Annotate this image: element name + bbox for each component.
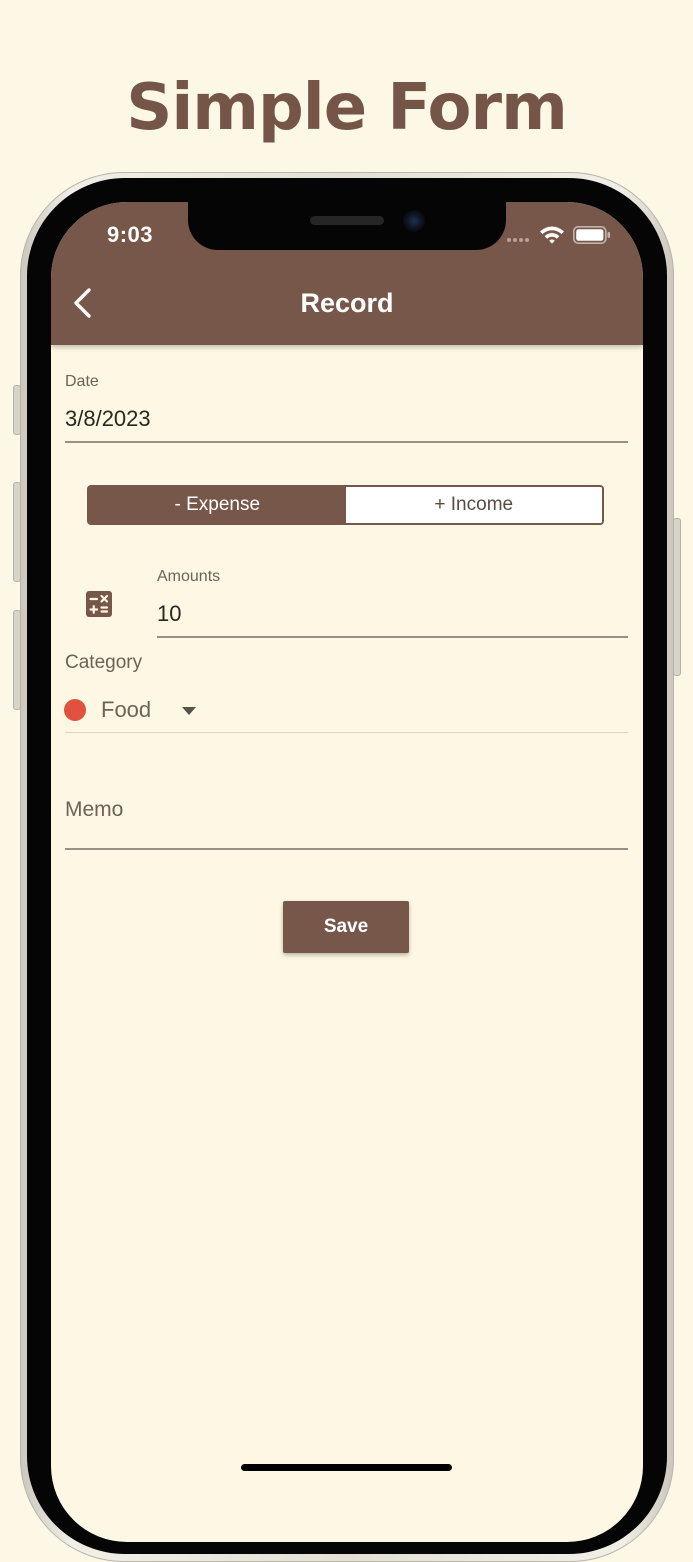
phone-volume-up-button	[13, 482, 21, 582]
category-value[interactable]: Food	[101, 697, 151, 723]
status-time: 9:03	[107, 222, 154, 247]
memo-placeholder[interactable]: Memo	[65, 798, 123, 822]
income-segment[interactable]: + Income	[345, 487, 602, 523]
home-indicator[interactable]	[241, 1464, 452, 1471]
date-value[interactable]: 3/8/2023	[65, 406, 151, 432]
phone-notch	[188, 202, 506, 250]
header-title: Record	[300, 288, 394, 318]
signal-dots-icon	[507, 238, 535, 244]
category-label: Category	[65, 652, 143, 673]
app-screen: 9:03 Record Date 3/8/2023 - Expense + In…	[51, 202, 643, 1542]
amount-label: Amounts	[157, 568, 221, 585]
category-color-dot	[64, 699, 86, 721]
category-underline	[65, 732, 628, 733]
amount-value[interactable]: 10	[157, 601, 181, 627]
save-button[interactable]: Save	[283, 901, 409, 953]
dropdown-arrow-icon[interactable]	[181, 706, 197, 716]
phone-power-button	[673, 518, 681, 676]
phone-action-button	[13, 385, 21, 435]
wifi-icon	[540, 226, 564, 244]
speaker-grille	[310, 216, 384, 225]
phone-volume-down-button	[13, 610, 21, 710]
front-camera	[403, 210, 425, 232]
date-underline	[65, 441, 628, 443]
date-label: Date	[65, 373, 99, 390]
calculator-icon	[86, 591, 112, 617]
amount-underline	[157, 636, 628, 638]
battery-icon	[573, 226, 611, 244]
expense-segment[interactable]: - Expense	[89, 487, 346, 523]
promo-title: Simple Form	[126, 71, 568, 145]
type-toggle: - Expense + Income	[87, 485, 604, 525]
memo-underline	[65, 848, 628, 850]
